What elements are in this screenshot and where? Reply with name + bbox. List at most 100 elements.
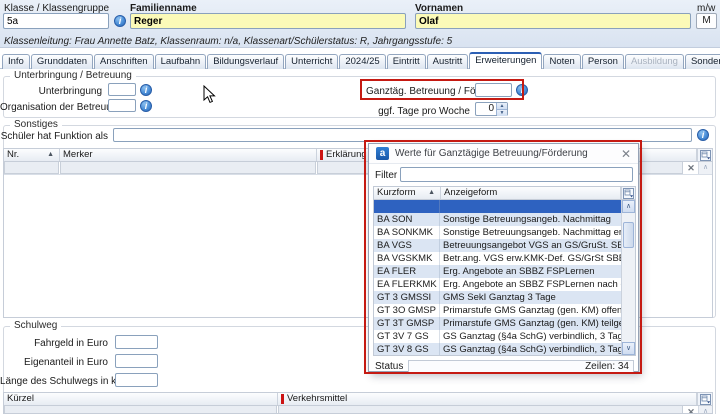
dialog-row[interactable]: BA SONKMKSonstige Betreuungsangeb. Nachm… [374, 226, 621, 239]
tab-sonderp-d-[interactable]: Sonderpäd. [685, 54, 720, 69]
funktion-input[interactable] [113, 128, 692, 142]
mw-field[interactable]: M [696, 13, 717, 29]
tab-noten[interactable]: Noten [543, 54, 580, 69]
required-marker [281, 394, 284, 404]
clear-filter-icon[interactable]: ✕ [684, 406, 698, 414]
eigenanteil-input[interactable] [115, 354, 158, 368]
tage-label: ggf. Tage pro Woche [366, 106, 470, 117]
column-chooser-icon[interactable] [697, 149, 712, 161]
tage-spinner[interactable]: 0 ▲ ▼ [475, 102, 508, 116]
column-chooser-icon[interactable] [697, 393, 712, 405]
tab-person[interactable]: Person [582, 54, 624, 69]
dialog-row[interactable]: GT 3V 8 GSGS Ganztag (§4a SchG) verbindl… [374, 343, 621, 356]
close-icon[interactable]: ✕ [621, 148, 631, 160]
organisation-input[interactable] [108, 99, 136, 112]
eigenanteil-label: Eigenanteil in Euro [0, 357, 108, 368]
dialog-row[interactable]: GT 3T GMSPPrimarstufe GMS Ganztag (gen. … [374, 317, 621, 330]
funktion-label: Schüler hat Funktion als [0, 131, 108, 142]
dialog-row[interactable]: GT 3V 7 GSGS Ganztag (§4a SchG) verbindl… [374, 330, 621, 343]
cell-kurzform: BA SON [374, 213, 440, 226]
scroll-up-icon[interactable]: ∧ [698, 406, 712, 414]
dialog-title: Werte für Ganztägige Betreuung/Förderung [395, 148, 588, 159]
column-chooser-icon[interactable] [621, 187, 635, 199]
unterbringung-label: Unterbringung [0, 86, 102, 97]
tage-value: 0 [476, 103, 496, 115]
dialog-row[interactable]: BA VGSKMKBetr.ang. VGS erw.KMK-Def. GS/G… [374, 252, 621, 265]
info-icon[interactable]: i [140, 84, 152, 96]
tab-austritt[interactable]: Austritt [427, 54, 469, 69]
ganztag-label: Ganztäg. Betreuung / Förd. [366, 86, 470, 97]
scroll-up-icon[interactable]: ∧ [698, 162, 712, 174]
dialog-row[interactable]: GT 3O GMSPPrimarstufe GMS Ganztag (gen. … [374, 304, 621, 317]
cell-anzeigeform: Sonstige Betreuungsangeb. Nachmittag [440, 213, 621, 226]
sort-asc-icon: ▲ [428, 187, 437, 199]
sort-asc-icon: ▲ [47, 149, 56, 161]
laenge-input[interactable] [115, 373, 158, 387]
cell-kurzform: BA VGSKMK [374, 252, 440, 265]
column-header-anzeigeform[interactable]: Anzeigeform [441, 187, 621, 199]
tab-anschriften[interactable]: Anschriften [94, 54, 154, 69]
cell-anzeigeform: Sonstige Betreuungsangeb. Nachmittag erw… [440, 226, 621, 239]
filter-input-kuerzel[interactable] [4, 406, 277, 414]
spin-up-icon[interactable]: ▲ [497, 103, 507, 110]
vornamen-input[interactable] [415, 13, 691, 29]
info-icon[interactable]: i [140, 100, 152, 112]
unterbringung-input[interactable] [108, 83, 136, 96]
cell-anzeigeform: GS Ganztag (§4a SchG) verbindlich, 3 Tag… [440, 330, 621, 343]
scroll-up-icon[interactable]: ∧ [622, 200, 635, 213]
info-icon[interactable]: i [114, 15, 126, 27]
column-header-merker[interactable]: Merker [60, 149, 317, 161]
group-unterbringung-legend: Unterbringung / Betreuung [10, 70, 136, 81]
cell-anzeigeform: Betreuungsangebot VGS an GS/GruSt. SBBZ … [440, 239, 621, 252]
column-header-kurzform[interactable]: Kurzform▲ [374, 187, 441, 199]
tab-bildungsverlauf[interactable]: Bildungsverlauf [207, 54, 284, 69]
cell-kurzform: GT 3V 7 GS [374, 330, 440, 343]
dialog-filter-input[interactable] [400, 167, 633, 182]
group-schulweg-legend: Schulweg [10, 320, 61, 331]
cell-kurzform: EA FLER [374, 265, 440, 278]
tab-bar: InfoGrunddatenAnschriftenLaufbahnBildung… [2, 52, 718, 69]
verkehrsmittel-filter-row: ✕ ∧ [4, 406, 712, 414]
scrollbar-thumb[interactable] [623, 222, 634, 248]
tab-info[interactable]: Info [2, 54, 30, 69]
dialog-row[interactable]: EA FLERKMKErg. Angebote an SBBZ FSPLerne… [374, 278, 621, 291]
filter-input-verkehrsmittel[interactable] [278, 406, 683, 414]
dialog-scrollbar[interactable]: ∧ ∨ [621, 200, 635, 355]
dialog-row[interactable]: BA VGSBetreuungsangebot VGS an GS/GruSt.… [374, 239, 621, 252]
tab-laufbahn[interactable]: Laufbahn [155, 54, 207, 69]
tab-eintritt[interactable]: Eintritt [387, 54, 426, 69]
filter-input-nr[interactable] [4, 162, 59, 174]
verkehrsmittel-table: Kürzel Verkehrsmittel ✕ ∧ [3, 392, 713, 414]
spin-down-icon[interactable]: ▼ [497, 110, 507, 116]
cell-anzeigeform: GMS SekI Ganztag 3 Tage [440, 291, 621, 304]
clear-filter-icon[interactable]: ✕ [684, 162, 698, 174]
dialog-row-selected[interactable] [374, 200, 621, 213]
tab-grunddaten[interactable]: Grunddaten [31, 54, 93, 69]
column-header-nr[interactable]: Nr.▲ [4, 149, 60, 161]
scroll-down-icon[interactable]: ∨ [622, 342, 635, 355]
dialog-table-header: Kurzform▲ Anzeigeform [374, 187, 635, 200]
dialog-row[interactable]: EA FLERErg. Angebote an SBBZ FSPLernen [374, 265, 621, 278]
laenge-label: Länge des Schulwegs in km [0, 376, 108, 387]
dialog-row[interactable]: BA SONSonstige Betreuungsangeb. Nachmitt… [374, 213, 621, 226]
tab-2024-25[interactable]: 2024/25 [339, 54, 385, 69]
required-marker [320, 150, 323, 160]
cell-anzeigeform: GS Ganztag (§4a SchG) verbindlich, 3 Tag… [440, 343, 621, 356]
filter-input-merker[interactable] [60, 162, 316, 174]
info-icon[interactable]: i [697, 129, 709, 141]
werte-dialog: a Werte für Ganztägige Betreuung/Förderu… [368, 143, 639, 372]
info-icon[interactable]: i [516, 84, 528, 96]
cell-kurzform: GT 3T GMSP [374, 317, 440, 330]
dialog-titlebar[interactable]: a Werte für Ganztägige Betreuung/Förderu… [369, 144, 638, 164]
klasse-input[interactable] [3, 13, 109, 29]
column-header-kuerzel[interactable]: Kürzel [4, 393, 278, 405]
fahrgeld-input[interactable] [115, 335, 158, 349]
column-header-verkehrsmittel[interactable]: Verkehrsmittel [278, 393, 697, 405]
ganztag-input[interactable] [475, 83, 512, 97]
tab-erweiterungen[interactable]: Erweiterungen [469, 52, 542, 69]
klassenleitung-line: Klassenleitung: Frau Annette Batz, Klass… [4, 36, 452, 47]
asv-student-window: Klasse / Klassengruppe i Familienname Vo… [0, 0, 720, 414]
tab-unterricht[interactable]: Unterricht [285, 54, 338, 69]
dialog-row[interactable]: GT 3 GMSSIGMS SekI Ganztag 3 Tage [374, 291, 621, 304]
familienname-input[interactable] [130, 13, 406, 29]
